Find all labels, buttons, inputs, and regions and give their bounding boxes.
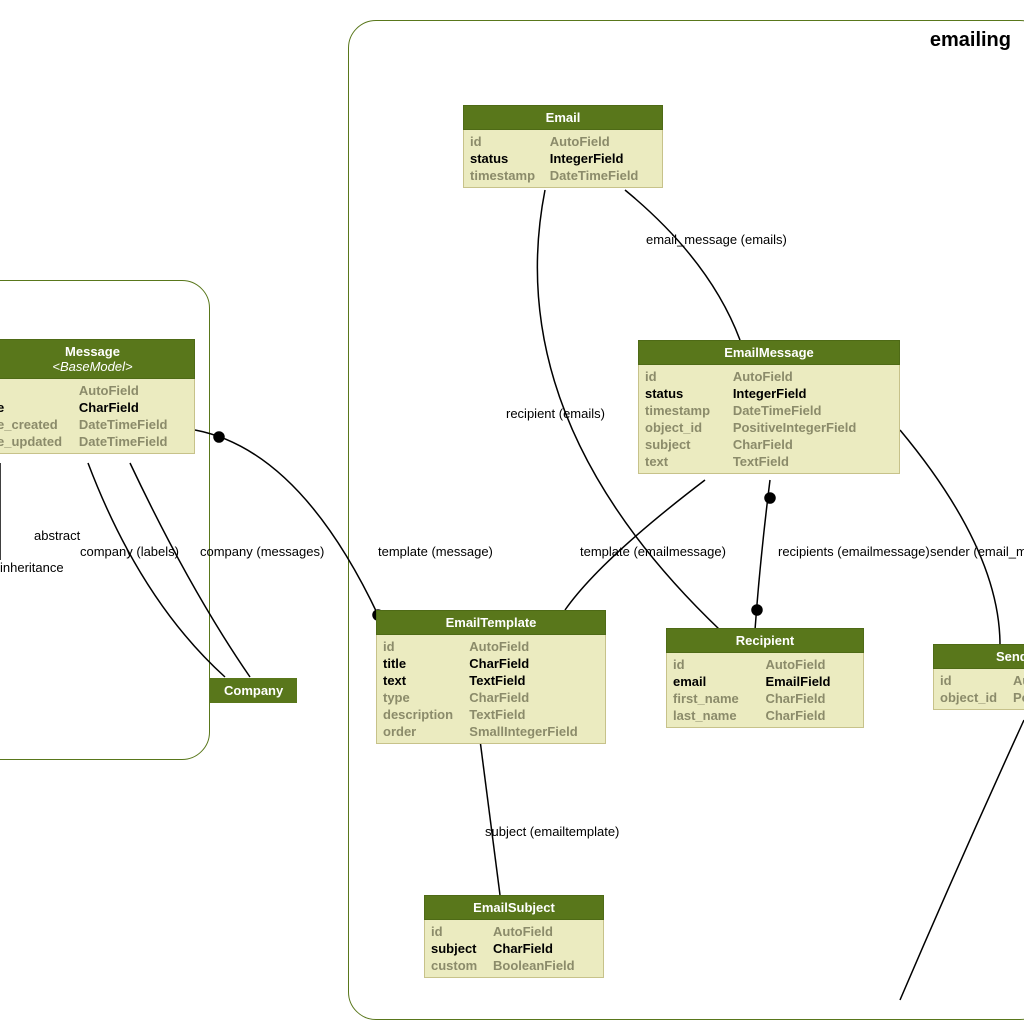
- field-type: AutoField: [550, 133, 656, 150]
- entity-recipient: Recipient idAutoField emailEmailField fi…: [666, 628, 864, 728]
- entity-message-header: Message <BaseModel>: [0, 339, 195, 379]
- edge-label-inheritance: inheritance: [0, 560, 64, 575]
- edge-label-sender-emailmessage: sender (email_message): [930, 544, 1024, 559]
- field-name: first_name: [673, 690, 765, 707]
- field-name: email: [673, 673, 765, 690]
- edge-label-subject-emailtemplate: subject (emailtemplate): [485, 824, 619, 839]
- field-name: type: [383, 689, 469, 706]
- field-type: CharField: [493, 940, 597, 957]
- field-name: subject: [431, 940, 493, 957]
- entity-emailmessage: EmailMessage idAutoField statusIntegerFi…: [638, 340, 900, 474]
- field-type: TextField: [733, 453, 893, 470]
- field-name: title: [383, 655, 469, 672]
- field-type: AutoField: [493, 923, 597, 940]
- field-type: TextField: [469, 706, 599, 723]
- field-name: e_created: [0, 416, 79, 433]
- edge-label-template-emailmessage: template (emailmessage): [580, 544, 726, 559]
- field-type: PositiveIntegerField: [733, 419, 893, 436]
- field-name: text: [645, 453, 733, 470]
- edge-label-emailmessage-emails: email_message (emails): [646, 232, 787, 247]
- field-type: TextField: [469, 672, 599, 689]
- field-type: IntegerField: [550, 150, 656, 167]
- field-type: EmailField: [765, 673, 857, 690]
- entity-emailtemplate-header: EmailTemplate: [376, 610, 606, 635]
- field-name: id: [645, 368, 733, 385]
- field-name: subject: [645, 436, 733, 453]
- field-type: AutoField: [469, 638, 599, 655]
- entity-sender: Sender idAutoField object_idPositiveInt: [933, 644, 1024, 710]
- field-name: status: [470, 150, 550, 167]
- edge-label-template-message: template (message): [378, 544, 493, 559]
- entity-message: Message <BaseModel> AutoField eCharField…: [0, 339, 195, 454]
- entity-message-title: Message: [65, 344, 120, 359]
- entity-message-subtitle: <BaseModel>: [0, 359, 188, 374]
- entity-emailmessage-header: EmailMessage: [638, 340, 900, 365]
- package-emailing: emailing: [348, 20, 1024, 1020]
- field-type: DateTimeField: [79, 433, 188, 450]
- field-type: DateTimeField: [550, 167, 656, 184]
- entity-emailsubject: EmailSubject idAutoField subjectCharFiel…: [424, 895, 604, 978]
- field-type: BooleanField: [493, 957, 597, 974]
- field-type: CharField: [765, 707, 857, 724]
- field-name: custom: [431, 957, 493, 974]
- field-name: e: [0, 399, 79, 416]
- field-name: description: [383, 706, 469, 723]
- field-type: AutoField: [1013, 672, 1024, 689]
- entity-email: Email idAutoField statusIntegerField tim…: [463, 105, 663, 188]
- field-name: status: [645, 385, 733, 402]
- field-name: id: [431, 923, 493, 940]
- edge-label-company-labels: company (labels): [80, 544, 179, 559]
- field-name: object_id: [645, 419, 733, 436]
- field-name: [0, 382, 79, 399]
- field-type: CharField: [79, 399, 188, 416]
- field-name: text: [383, 672, 469, 689]
- field-type: IntegerField: [733, 385, 893, 402]
- edge-label-company-messages: company (messages): [200, 544, 324, 559]
- field-type: DateTimeField: [79, 416, 188, 433]
- field-name: id: [470, 133, 550, 150]
- entity-sender-header: Sender: [933, 644, 1024, 669]
- diagram-canvas: { "packages": { "messages": { "title": "…: [0, 0, 1024, 1024]
- edge-label-recipients-emailmessage: recipients (emailmessage): [778, 544, 930, 559]
- entity-emailtemplate: EmailTemplate idAutoField titleCharField…: [376, 610, 606, 744]
- field-type: CharField: [765, 690, 857, 707]
- field-name: id: [940, 672, 1013, 689]
- package-emailing-title: emailing: [930, 29, 1011, 52]
- entity-email-header: Email: [463, 105, 663, 130]
- field-name: timestamp: [470, 167, 550, 184]
- field-type: DateTimeField: [733, 402, 893, 419]
- edge-label-recipient-emails: recipient (emails): [506, 406, 605, 421]
- field-name: id: [673, 656, 765, 673]
- field-type: AutoField: [733, 368, 893, 385]
- field-type: CharField: [733, 436, 893, 453]
- field-type: CharField: [469, 689, 599, 706]
- field-type: AutoField: [765, 656, 857, 673]
- field-type: SmallIntegerField: [469, 723, 599, 740]
- edge-label-abstract: abstract: [34, 528, 80, 543]
- field-name: timestamp: [645, 402, 733, 419]
- field-name: object_id: [940, 689, 1013, 706]
- field-type: AutoField: [79, 382, 188, 399]
- field-name: order: [383, 723, 469, 740]
- field-type: PositiveInt: [1013, 689, 1024, 706]
- field-name: last_name: [673, 707, 765, 724]
- entity-recipient-header: Recipient: [666, 628, 864, 653]
- field-type: CharField: [469, 655, 599, 672]
- field-name: id: [383, 638, 469, 655]
- field-name: e_updated: [0, 433, 79, 450]
- entity-emailsubject-header: EmailSubject: [424, 895, 604, 920]
- entity-company: Company: [210, 678, 297, 703]
